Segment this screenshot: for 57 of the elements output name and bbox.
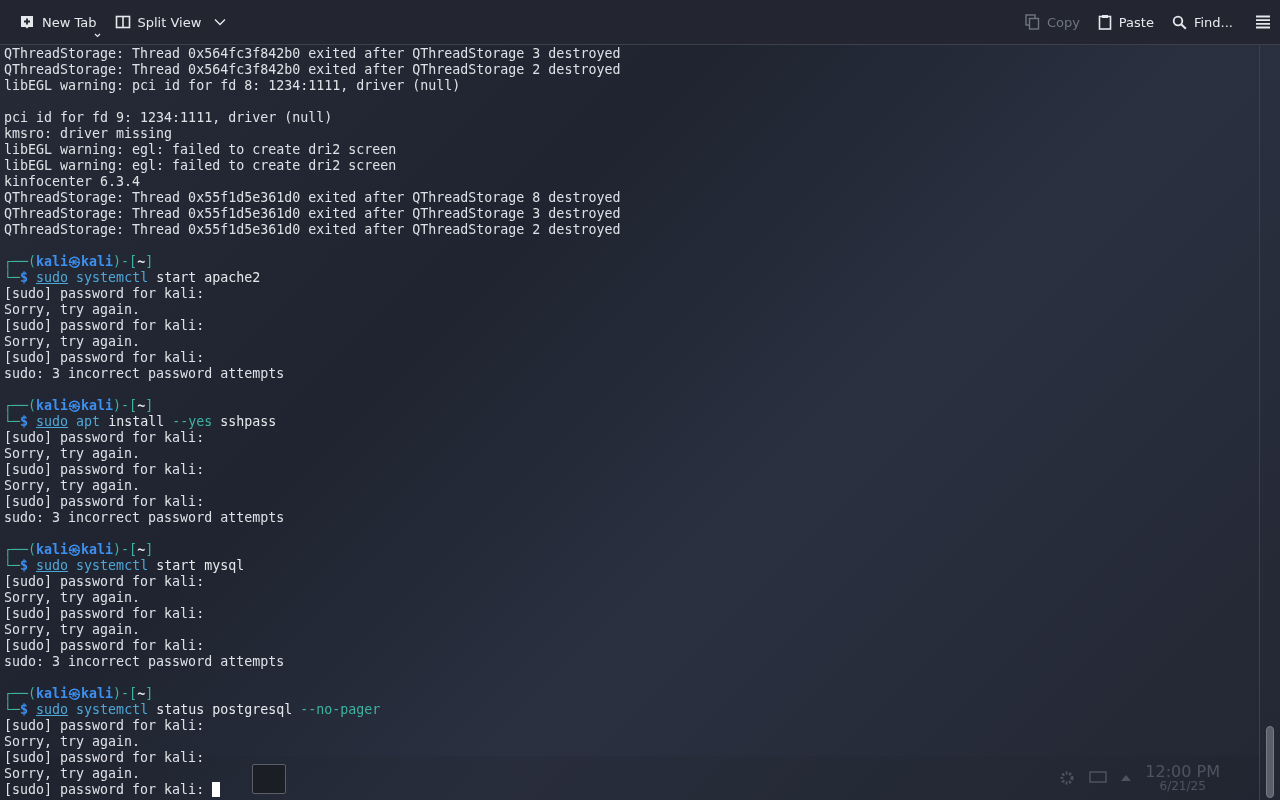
terminal-output-line: Sorry, try again.	[4, 334, 141, 350]
command-line: └─$ sudo systemctl status postgresql --no-pager	[4, 702, 382, 718]
terminal-output-line: [sudo] password for kali:	[4, 286, 205, 302]
up-arrow-icon	[1121, 775, 1132, 781]
terminal-output-line: [sudo] password for kali:	[4, 574, 205, 590]
terminal-output-line: [sudo] password for kali:	[4, 750, 205, 766]
command-line: └─$ sudo systemctl start mysql	[4, 558, 246, 574]
terminal-output-line: [sudo] password for kali:	[4, 462, 205, 478]
prompt-line: ┌──(kali㉿kali)-[~]	[4, 686, 155, 702]
terminal-output-line: libEGL warning: pci id for fd 8: 1234:1111, driver (null)	[4, 78, 461, 94]
new-tab-button[interactable]: New Tab	[12, 9, 104, 35]
terminal-output-line: Sorry, try again.	[4, 766, 141, 782]
paste-button[interactable]: Paste	[1090, 9, 1161, 35]
terminal-output-line: [sudo] password for kali:	[4, 718, 205, 734]
terminal-output-line: Sorry, try again.	[4, 622, 141, 638]
terminal-output-line: Sorry, try again.	[4, 302, 141, 318]
menu-icon[interactable]	[1256, 15, 1270, 29]
search-button[interactable]: Find...	[1164, 9, 1240, 35]
terminal-output-line: kmsro: driver missing	[4, 126, 173, 142]
terminal-output-line: Sorry, try again.	[4, 446, 141, 462]
terminal-output-line: sudo: 3 incorrect password attempts	[4, 510, 285, 526]
new-tab-icon	[19, 14, 35, 30]
terminal-output-line: [sudo] password for kali:	[4, 318, 205, 334]
command-line: └─$ sudo systemctl start apache2	[4, 270, 262, 286]
terminal-output-line: [sudo] password for kali:	[4, 638, 205, 654]
scrollbar-thumb[interactable]	[1266, 726, 1274, 798]
terminal-output-line: QThreadStorage: Thread 0x55f1d5e361d0 exited after QThreadStorage 3 destroyed	[4, 206, 621, 222]
split-view-button[interactable]: Split View	[107, 9, 234, 35]
terminal-output-line: [sudo] password for kali:	[4, 430, 205, 446]
terminal-output-line: pci id for fd 9: 1234:1111, driver (null)	[4, 110, 333, 126]
terminal-output-line: QThreadStorage: Thread 0x564fc3f842b0 exited after QThreadStorage 2 destroyed	[4, 62, 621, 78]
terminal-output-line: QThreadStorage: Thread 0x55f1d5e361d0 exited after QThreadStorage 2 destroyed	[4, 222, 621, 238]
caret-icon	[94, 33, 101, 38]
terminal-output-line: libEGL warning: egl: failed to create dri2 screen	[4, 142, 397, 158]
terminal-output-line: QThreadStorage: Thread 0x55f1d5e361d0 exited after QThreadStorage 8 destroyed	[4, 190, 621, 206]
copy-icon	[1024, 14, 1040, 30]
terminal-output-line: [sudo] password for kali:	[4, 494, 205, 510]
terminal-output-line: Sorry, try again.	[4, 590, 141, 606]
terminal-output-line: Sorry, try again.	[4, 734, 141, 750]
terminal-output-line: QThreadStorage: Thread 0x564fc3f842b0 exited after QThreadStorage 3 destroyed	[4, 46, 621, 62]
terminal-output-line: [sudo] password for kali:	[4, 350, 205, 366]
terminal-output-line: sudo: 3 incorrect password attempts	[4, 366, 285, 382]
terminal-output-line: libEGL warning: egl: failed to create dri2 screen	[4, 158, 397, 174]
terminal-output-line: [sudo] password for kali:	[4, 782, 205, 798]
prompt-line: ┌──(kali㉿kali)-[~]	[4, 254, 155, 270]
search-icon	[1171, 14, 1187, 30]
terminal-output-line: sudo: 3 incorrect password attempts	[4, 654, 285, 670]
monitor-icon	[1089, 771, 1108, 785]
clipboard-icon	[1097, 14, 1112, 30]
split-view-icon	[114, 14, 131, 30]
terminal-output-line: kinfocenter 6.3.4	[4, 174, 141, 190]
command-line: └─$ sudo apt install --yes sshpass	[4, 414, 278, 430]
prompt-line: ┌──(kali㉿kali)-[~]	[4, 398, 155, 414]
terminal-output-line: Sorry, try again.	[4, 478, 141, 494]
prompt-line: ┌──(kali㉿kali)-[~]	[4, 542, 155, 558]
chevron-down-icon	[214, 18, 227, 26]
terminal-output-line: [sudo] password for kali:	[4, 606, 205, 622]
